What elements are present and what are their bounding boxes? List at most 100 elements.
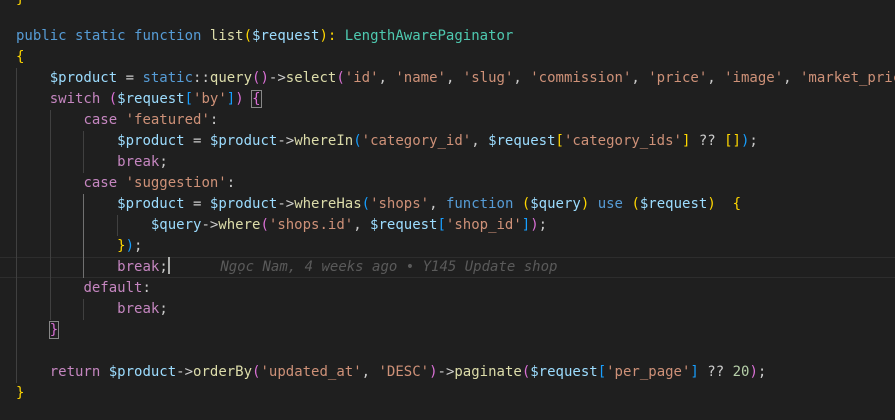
code-token: { (732, 196, 742, 212)
code-token: -> (268, 70, 286, 86)
code-token: 'suggestion' (125, 175, 227, 191)
code-token: ; (159, 301, 168, 317)
code-token: $product (209, 196, 278, 212)
code-token: 'updated_at' (260, 364, 362, 380)
code-line[interactable]: $product = $product->whereIn('category_i… (16, 131, 758, 152)
code-token: , (445, 70, 463, 86)
code-line[interactable]: } (16, 320, 60, 341)
code-token: $product (117, 133, 185, 149)
code-token: $product (209, 133, 278, 149)
previous-closing-brace: } (16, 0, 24, 10)
code-token: : (142, 280, 151, 296)
code-editor[interactable]: } public static function list($request):… (0, 0, 895, 420)
code-token: list (209, 28, 244, 44)
code-line[interactable]: default: (16, 278, 151, 299)
code-token: } (48, 321, 60, 339)
code-token: ] (521, 217, 531, 233)
code-token: ) (530, 217, 539, 233)
code-line[interactable]: public static function list($request): L… (16, 26, 513, 47)
code-token: , (631, 70, 649, 86)
code-token: , (471, 133, 489, 149)
code-token: , (378, 70, 396, 86)
code-token: ; (538, 217, 548, 233)
code-token: , (361, 364, 379, 380)
code-token: break (117, 301, 160, 317)
code-token: static (75, 28, 135, 44)
code-token: ) (749, 364, 758, 380)
code-token: case (83, 175, 118, 191)
code-token: [ (555, 133, 564, 149)
code-line[interactable]: case 'featured': (16, 110, 218, 131)
code-token: case (83, 112, 118, 128)
code-token: 'image' (724, 70, 784, 86)
code-line[interactable]: }); (16, 236, 142, 257)
code-token: [ (597, 364, 607, 380)
code-token: return (49, 364, 101, 380)
code-line[interactable]: case 'suggestion': (16, 173, 235, 194)
code-token: 'shops' (370, 196, 430, 212)
code-token: $query (530, 196, 581, 212)
code-token: $request (530, 364, 598, 380)
code-token: ; (159, 154, 168, 170)
code-token: ) (429, 364, 438, 380)
code-token: whereIn (294, 133, 354, 149)
code-token: ; (134, 238, 143, 254)
code-token: 'id' (344, 70, 379, 86)
code-token: 'price' (648, 70, 708, 86)
code-line[interactable]: switch ($request['by']) { (16, 89, 262, 110)
code-token: : (226, 175, 236, 191)
code-token: : (209, 112, 219, 128)
code-token: ?? (698, 364, 733, 380)
code-token: { (251, 90, 262, 108)
code-line[interactable]: break; (16, 152, 168, 173)
code-token: } (117, 238, 126, 254)
code-token: ( (108, 91, 118, 107)
code-token: -> (201, 217, 219, 233)
code-line[interactable]: return $product->orderBy('updated_at', '… (16, 362, 767, 383)
code-line[interactable]: break; Ngọc Nam, 4 weeks ago • Y145 Upda… (16, 257, 557, 278)
code-token: ( (631, 196, 640, 212)
code-token: $product (117, 196, 185, 212)
code-token: -> (277, 196, 295, 212)
git-blame-annotation: Ngọc Nam, 4 weeks ago • Y145 Update shop (169, 259, 558, 275)
code-token: } (16, 385, 25, 401)
code-line[interactable]: break; (16, 299, 168, 320)
code-token: $request (488, 133, 556, 149)
code-token: function (134, 28, 210, 44)
code-token: 'by' (193, 91, 227, 107)
code-token: -> (176, 364, 194, 380)
code-token: default (83, 280, 143, 296)
code-line[interactable]: $product = static::query()->select('id',… (16, 68, 895, 89)
code-line[interactable]: { (16, 47, 24, 68)
code-token: 'DESC' (378, 364, 430, 380)
code-line[interactable]: $query->where('shops.id', $request['shop… (16, 215, 547, 236)
code-token: 20 (732, 364, 750, 380)
code-token: { (16, 49, 25, 65)
code-line[interactable]: $product = $product->whereHas('shops', f… (16, 194, 741, 215)
code-token: whereHas (294, 196, 362, 212)
code-token: ( (521, 364, 531, 380)
code-token: query (209, 70, 253, 86)
code-token: 'shop_id' (445, 217, 522, 233)
code-token: ] (226, 91, 236, 107)
code-token: $request (252, 28, 320, 44)
code-token: [ (437, 217, 446, 233)
code-token: 'category_id' (361, 133, 472, 149)
code-token: static (142, 70, 194, 86)
code-line[interactable]: } (16, 383, 24, 404)
